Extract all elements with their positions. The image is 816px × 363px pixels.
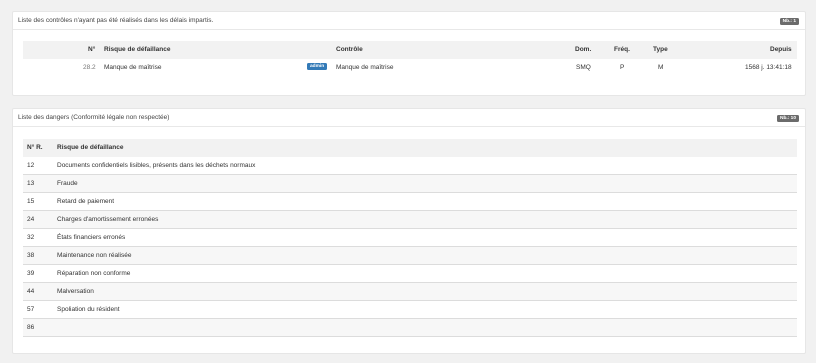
table-row[interactable]: 24 Charges d'amortissement erronées — [23, 211, 797, 229]
row-num: 86 — [27, 324, 35, 331]
table-header-row: N° Risque de défaillance Contrôle Dom. F… — [23, 41, 797, 59]
row-num: 39 — [27, 270, 35, 277]
row-risk: Spoliation du résident — [57, 306, 120, 313]
row-risk: Manque de maîtrise — [104, 64, 162, 71]
table-row[interactable]: 38 Maintenance non réalisée — [23, 247, 797, 265]
row-num: 12 — [27, 162, 35, 169]
late-controls-heading: Liste des contrôles n'ayant pas été réal… — [13, 12, 805, 30]
table-row[interactable]: 86 — [23, 319, 797, 337]
row-num: 28.2 — [83, 64, 96, 71]
row-risk: États financiers erronés — [57, 234, 126, 241]
row-risk: Maintenance non réalisée — [57, 252, 132, 259]
col-header-num: N° — [88, 46, 96, 53]
table-row[interactable]: 44 Malversation — [23, 283, 797, 301]
row-num: 24 — [27, 216, 35, 223]
row-dom: SMQ — [576, 64, 591, 71]
dangers-table: N° R. Risque de défaillance 12 Documents… — [23, 139, 797, 337]
row-num: 57 — [27, 306, 35, 313]
late-controls-table: N° Risque de défaillance Contrôle Dom. F… — [23, 41, 797, 77]
col-header-control: Contrôle — [336, 46, 363, 53]
col-header-freq: Fréq. — [614, 46, 630, 53]
table-header-row: N° R. Risque de défaillance — [23, 139, 797, 157]
row-risk: Malversation — [57, 288, 94, 295]
row-control: Manque de maîtrise — [336, 64, 394, 71]
table-row[interactable]: 57 Spoliation du résident — [23, 301, 797, 319]
row-risk: Fraude — [57, 180, 78, 187]
late-controls-count-badge: Nb.: 1 — [779, 18, 799, 25]
row-type: M — [658, 64, 664, 71]
row-risk: Charges d'amortissement erronées — [57, 216, 159, 223]
dangers-panel: Liste des dangers (Conformité légale non… — [12, 108, 806, 354]
row-risk: Réparation non conforme — [57, 270, 131, 277]
col-header-risk: Risque de défaillance — [104, 46, 171, 53]
row-num: 13 — [27, 180, 35, 187]
row-num: 44 — [27, 288, 35, 295]
dangers-heading: Liste des dangers (Conformité légale non… — [13, 109, 805, 127]
row-freq: P — [620, 64, 625, 71]
col-header-num: N° R. — [27, 144, 43, 151]
row-risk: Documents confidentiels lisibles, présen… — [57, 162, 256, 169]
late-controls-title: Liste des contrôles n'ayant pas été réal… — [18, 17, 214, 24]
dangers-count-badge: Nb.: 10 — [777, 115, 799, 122]
row-since: 1568 j. 13:41:18 — [745, 64, 792, 71]
row-num: 15 — [27, 198, 35, 205]
row-risk: Retard de paiement — [57, 198, 115, 205]
table-row[interactable]: 13 Fraude — [23, 175, 797, 193]
table-row[interactable]: 28.2 Manque de maîtrise admin Manque de … — [23, 59, 797, 77]
table-row[interactable]: 15 Retard de paiement — [23, 193, 797, 211]
admin-tag: admin — [307, 63, 328, 70]
dangers-title: Liste des dangers (Conformité légale non… — [18, 114, 170, 121]
table-row[interactable]: 39 Réparation non conforme — [23, 265, 797, 283]
col-header-dom: Dom. — [575, 46, 592, 53]
row-num: 38 — [27, 252, 35, 259]
col-header-since: Depuis — [770, 46, 792, 53]
col-header-type: Type — [653, 46, 668, 53]
table-row[interactable]: 12 Documents confidentiels lisibles, pré… — [23, 157, 797, 175]
col-header-risk: Risque de défaillance — [57, 144, 124, 151]
late-controls-panel: Liste des contrôles n'ayant pas été réal… — [12, 11, 806, 96]
row-num: 32 — [27, 234, 35, 241]
table-row[interactable]: 32 États financiers erronés — [23, 229, 797, 247]
